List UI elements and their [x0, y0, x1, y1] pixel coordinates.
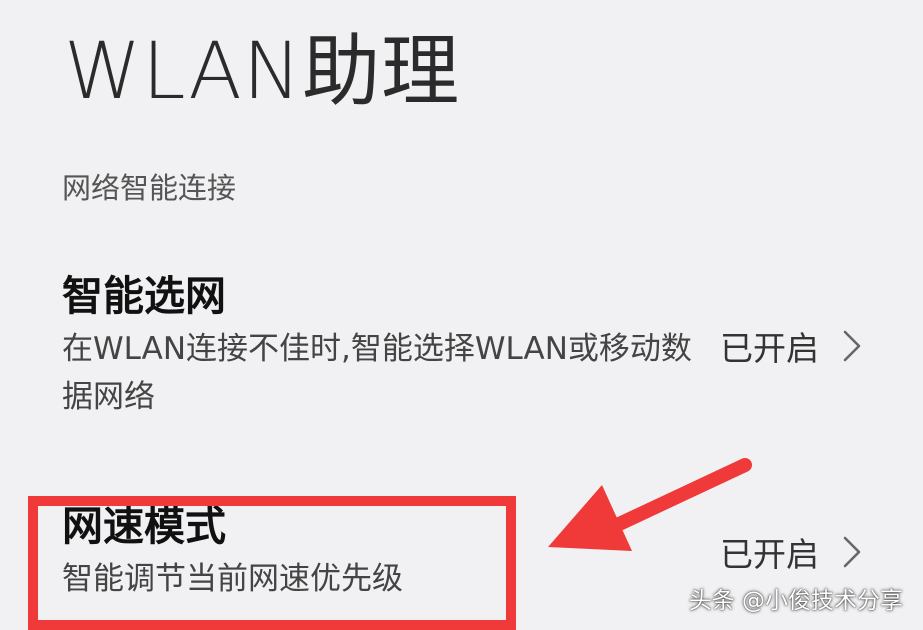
status-text: 已开启 — [720, 535, 819, 574]
setting-row-smart-network[interactable]: 智能选网 在WLAN连接不佳时,智能选择WLAN或移动数据网络 已开启 — [62, 270, 923, 420]
section-label: 网络智能连接 — [62, 171, 237, 205]
setting-status[interactable]: 已开启 — [720, 528, 867, 576]
chevron-right-icon — [843, 536, 861, 568]
setting-description: 智能调节当前网速优先级 — [62, 561, 403, 598]
chevron-right-icon — [843, 330, 861, 362]
page-title: WLAN助理 — [64, 27, 461, 117]
setting-title: 智能选网 — [62, 272, 226, 320]
setting-description: 在WLAN连接不佳时,智能选择WLAN或移动数据网络 — [62, 331, 692, 416]
setting-status[interactable]: 已开启 — [720, 322, 867, 370]
watermark: 头条 @小俊技术分享 — [688, 588, 903, 614]
status-text: 已开启 — [720, 329, 819, 368]
